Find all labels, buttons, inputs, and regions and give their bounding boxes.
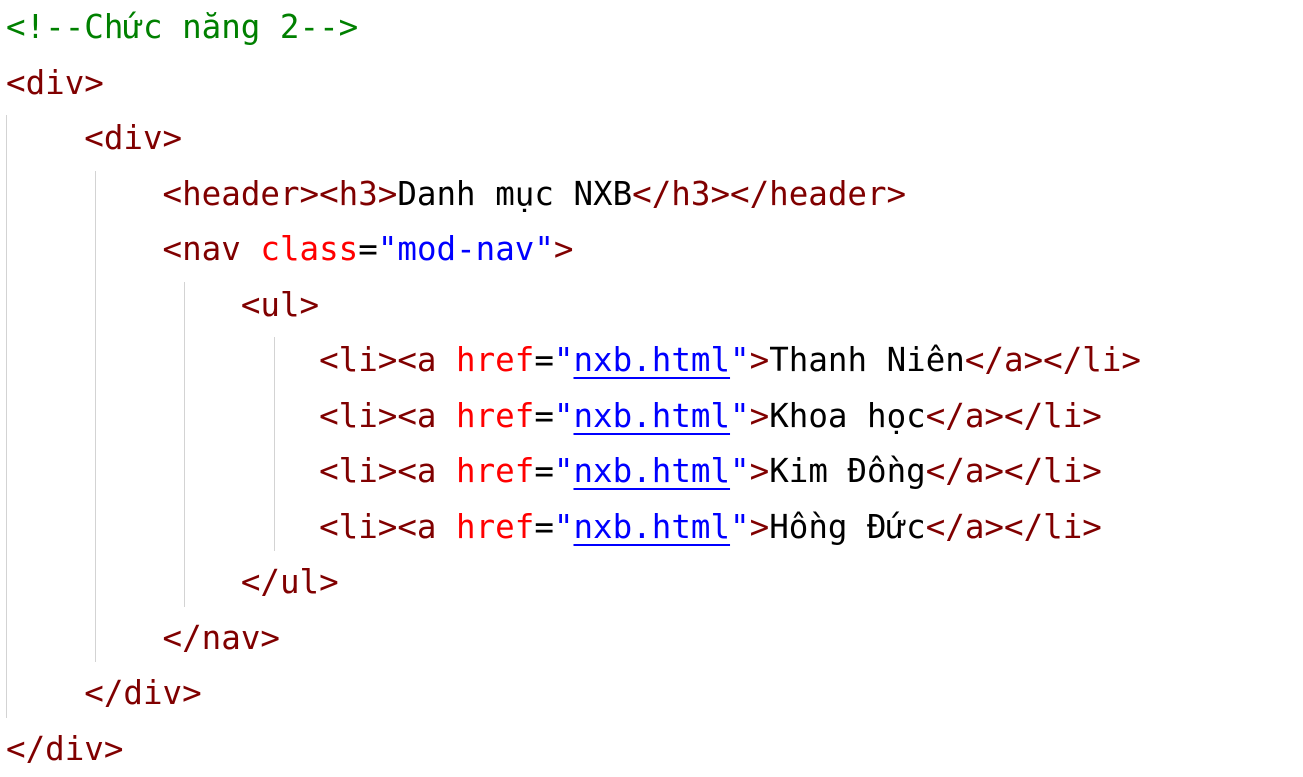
text-content-token: = <box>534 508 554 546</box>
code-comment: <!--Chức năng 2--> <box>6 8 358 46</box>
code-line[interactable]: <nav class="mod-nav"> <box>6 222 1141 278</box>
code-line[interactable]: <!--Chức năng 2--> <box>6 0 1141 56</box>
text-content-token: = <box>534 397 554 435</box>
attribute-value-token: " <box>730 397 750 435</box>
indentation <box>6 563 241 601</box>
text-content-token: Hồng Đức <box>769 508 926 546</box>
indentation <box>6 508 319 546</box>
html-tag-token: > <box>750 341 770 379</box>
text-content-token: Kim Đồng <box>769 452 926 490</box>
html-tag-token: </a></li> <box>926 508 1102 546</box>
html-tag-token: <li><a <box>319 341 456 379</box>
text-content-token: = <box>358 230 378 268</box>
html-tag-token: <li><a <box>319 508 456 546</box>
text-content-token: = <box>534 452 554 490</box>
html-tag-token: </a></li> <box>965 341 1141 379</box>
file-link[interactable]: nxb.html <box>573 341 730 379</box>
html-tag-token: </h3></header> <box>632 175 906 213</box>
html-tag-token: <li><a <box>319 452 456 490</box>
attribute-value-token: "mod-nav" <box>378 230 554 268</box>
html-tag-token: <ul> <box>241 286 319 324</box>
html-tag-token: </div> <box>6 730 123 768</box>
code-area[interactable]: <!--Chức năng 2--> <div> <div> <header><h… <box>6 0 1141 777</box>
code-line[interactable]: </ul> <box>6 555 1141 611</box>
file-link[interactable]: nxb.html <box>573 397 730 435</box>
html-tag-token: <div> <box>6 64 104 102</box>
html-tag-token: > <box>554 230 574 268</box>
indentation <box>6 175 163 213</box>
attribute-value-token: " <box>730 508 750 546</box>
code-line[interactable]: </div> <box>6 666 1141 722</box>
indentation <box>6 397 319 435</box>
code-line[interactable]: <li><a href="nxb.html">Hồng Đức</a></li> <box>6 500 1141 556</box>
html-tag-token: </a></li> <box>926 397 1102 435</box>
html-tag-token: <div> <box>84 119 182 157</box>
indentation <box>6 341 319 379</box>
code-line[interactable]: <div> <box>6 111 1141 167</box>
html-tag-token: </nav> <box>163 619 280 657</box>
indentation <box>6 119 84 157</box>
code-line[interactable]: </nav> <box>6 611 1141 667</box>
indentation <box>6 674 84 712</box>
attribute-value-token: " <box>554 341 574 379</box>
html-tag-token: <li><a <box>319 397 456 435</box>
indentation <box>6 286 241 324</box>
code-line[interactable]: <ul> <box>6 278 1141 334</box>
text-content-token: Danh mục NXB <box>397 175 632 213</box>
text-content-token: Khoa học <box>769 397 926 435</box>
code-line[interactable]: </div> <box>6 722 1141 777</box>
attribute-value-token: " <box>554 452 574 490</box>
code-line[interactable]: <li><a href="nxb.html">Kim Đồng</a></li> <box>6 444 1141 500</box>
html-tag-token: </a></li> <box>926 452 1102 490</box>
attribute-name-token: href <box>456 341 534 379</box>
code-line[interactable]: <header><h3>Danh mục NXB</h3></header> <box>6 167 1141 223</box>
html-tag-token: <header><h3> <box>163 175 398 213</box>
html-tag-token: > <box>750 397 770 435</box>
html-tag-token: > <box>750 452 770 490</box>
attribute-value-token: " <box>730 341 750 379</box>
code-editor[interactable]: <!--Chức năng 2--> <div> <div> <header><h… <box>0 0 1303 765</box>
attribute-name-token: href <box>456 452 534 490</box>
indentation <box>6 452 319 490</box>
attribute-value-token: " <box>730 452 750 490</box>
indentation <box>6 230 163 268</box>
attribute-value-token: " <box>554 397 574 435</box>
attribute-value-token: " <box>554 508 574 546</box>
indentation <box>6 619 163 657</box>
text-content-token: Thanh Niên <box>769 341 965 379</box>
html-tag-token: </ul> <box>241 563 339 601</box>
code-line[interactable]: <li><a href="nxb.html">Thanh Niên</a></l… <box>6 333 1141 389</box>
html-tag-token: </div> <box>84 674 201 712</box>
html-tag-token: <nav <box>163 230 261 268</box>
file-link[interactable]: nxb.html <box>573 452 730 490</box>
html-tag-token: > <box>750 508 770 546</box>
attribute-name-token: href <box>456 397 534 435</box>
attribute-name-token: class <box>260 230 358 268</box>
text-content-token: = <box>534 341 554 379</box>
code-line[interactable]: <li><a href="nxb.html">Khoa học</a></li> <box>6 389 1141 445</box>
file-link[interactable]: nxb.html <box>573 508 730 546</box>
attribute-name-token: href <box>456 508 534 546</box>
code-line[interactable]: <div> <box>6 56 1141 112</box>
